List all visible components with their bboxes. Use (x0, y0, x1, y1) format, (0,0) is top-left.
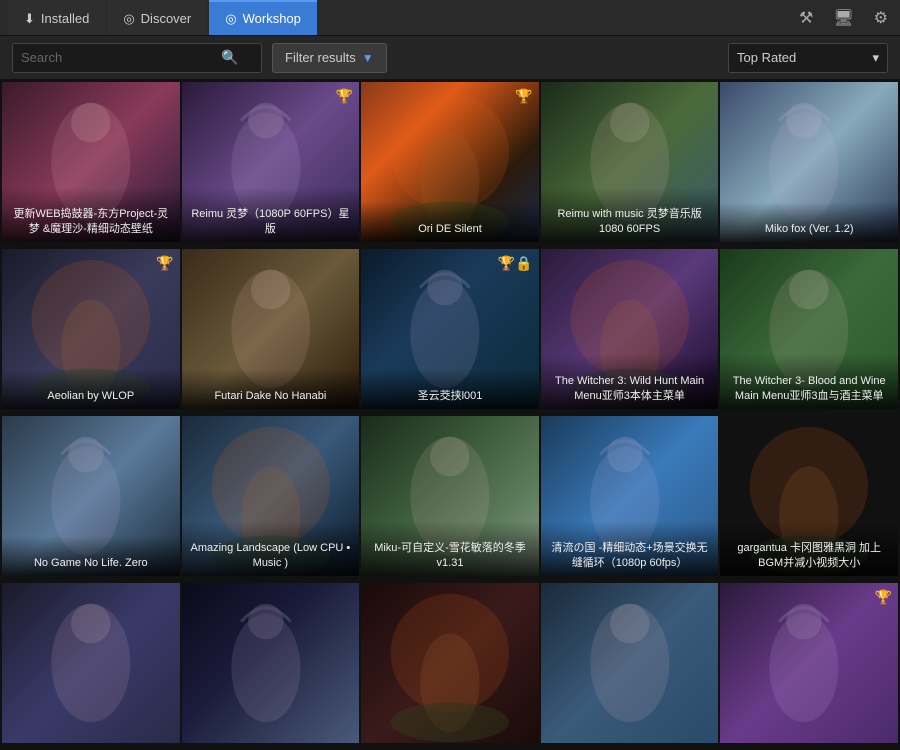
workshop-icon: ◎ (225, 11, 236, 27)
sort-dropdown[interactable]: Top Rated ▾ (728, 43, 888, 73)
item-label: Aeolian by WLOP (2, 369, 180, 409)
grid-item-6[interactable]: 🏆 Aeolian by WLOP (2, 249, 180, 409)
grid-item-5[interactable]: Miko fox (Ver. 1.2) (720, 82, 898, 242)
top-navigation: ⬇ Installed ◎ Discover ◎ Workshop ⚒ 🖥 ⚙ (0, 0, 900, 36)
item-label: Reimu with music 灵梦音乐版 1080 60FPS (541, 187, 719, 242)
item-badge: 🏆 (336, 88, 353, 105)
nav-icon-group: ⚒ 🖥 ⚙ (795, 4, 892, 32)
installed-icon: ⬇ (24, 11, 35, 27)
item-label: Miku-可自定义-雪花敏落的冬季 v1.31 (361, 521, 539, 576)
filter-icon: ▼ (362, 51, 374, 65)
tab-discover[interactable]: ◎ Discover (107, 0, 207, 35)
item-label: The Witcher 3- Blood and Wine Main Menu亚… (720, 354, 898, 409)
chevron-down-icon: ▾ (872, 50, 879, 66)
grid-item-10[interactable]: The Witcher 3- Blood and Wine Main Menu亚… (720, 249, 898, 409)
grid-item-3[interactable]: 🏆 Ori DE Silent (361, 82, 539, 242)
monitor-icon[interactable]: 🖥 (829, 4, 857, 32)
grid-item-7[interactable]: Futari Dake No Hanabi (182, 249, 360, 409)
search-input[interactable] (21, 50, 221, 65)
search-box[interactable]: 🔍 (12, 43, 262, 73)
toolbar: 🔍 Filter results ▼ Top Rated ▾ (0, 36, 900, 80)
item-badge: 🏆 (875, 589, 892, 606)
grid-item-16[interactable] (2, 583, 180, 743)
item-label: The Witcher 3: Wild Hunt Main Menu亚师3本体主… (541, 354, 719, 409)
item-label: Amazing Landscape (Low CPU • Music ) (182, 521, 360, 576)
grid-item-18[interactable] (361, 583, 539, 743)
tools-icon[interactable]: ⚒ (795, 4, 817, 32)
item-label: 清流の国 -精细动态+场景交换无缝循环（1080p 60fps） (541, 521, 719, 576)
item-badge: 🏆🔒 (498, 255, 533, 272)
search-icon[interactable]: 🔍 (221, 49, 238, 66)
item-label: No Game No Life. Zero (2, 536, 180, 576)
grid-item-1[interactable]: 更新WEB捣鼓器-东方Project-灵梦 &魔理沙-精细动态壁纸 (2, 82, 180, 242)
tab-workshop[interactable]: ◎ Workshop (209, 0, 317, 35)
item-label: Miko fox (Ver. 1.2) (720, 202, 898, 242)
grid-item-13[interactable]: Miku-可自定义-雪花敏落的冬季 v1.31 (361, 416, 539, 576)
item-label: 更新WEB捣鼓器-东方Project-灵梦 &魔理沙-精细动态壁纸 (2, 187, 180, 242)
grid-item-14[interactable]: 清流の国 -精细动态+场景交换无缝循环（1080p 60fps） (541, 416, 719, 576)
grid-item-11[interactable]: No Game No Life. Zero (2, 416, 180, 576)
grid-item-8[interactable]: 🏆🔒 圣云茭挟l001 (361, 249, 539, 409)
nav-tab-list: ⬇ Installed ◎ Discover ◎ Workshop (8, 0, 317, 35)
item-label: gargantua 卡冈图雅黑洞 加上BGM并减小视频大小 (720, 521, 898, 576)
grid-item-9[interactable]: The Witcher 3: Wild Hunt Main Menu亚师3本体主… (541, 249, 719, 409)
item-badge: 🏆 (515, 88, 532, 105)
grid-item-2[interactable]: 🏆 Reimu 灵梦（1080P 60FPS）星版 (182, 82, 360, 242)
item-label: Futari Dake No Hanabi (182, 369, 360, 409)
grid-item-15[interactable]: gargantua 卡冈图雅黑洞 加上BGM并减小视频大小 (720, 416, 898, 576)
tab-installed[interactable]: ⬇ Installed (8, 0, 105, 35)
filter-results-button[interactable]: Filter results ▼ (272, 43, 387, 73)
grid-item-19[interactable] (541, 583, 719, 743)
grid-item-4[interactable]: Reimu with music 灵梦音乐版 1080 60FPS (541, 82, 719, 242)
item-label: Ori DE Silent (361, 202, 539, 242)
grid-item-20[interactable]: 🏆 (720, 583, 898, 743)
grid-item-17[interactable] (182, 583, 360, 743)
item-label: Reimu 灵梦（1080P 60FPS）星版 (182, 187, 360, 242)
item-badge: 🏆 (156, 255, 173, 272)
discover-icon: ◎ (123, 11, 134, 27)
wallpaper-grid: 更新WEB捣鼓器-东方Project-灵梦 &魔理沙-精细动态壁纸 🏆 Reimu… (0, 80, 900, 750)
grid-item-12[interactable]: Amazing Landscape (Low CPU • Music ) (182, 416, 360, 576)
item-label: 圣云茭挟l001 (361, 369, 539, 409)
settings-icon[interactable]: ⚙ (870, 4, 892, 32)
